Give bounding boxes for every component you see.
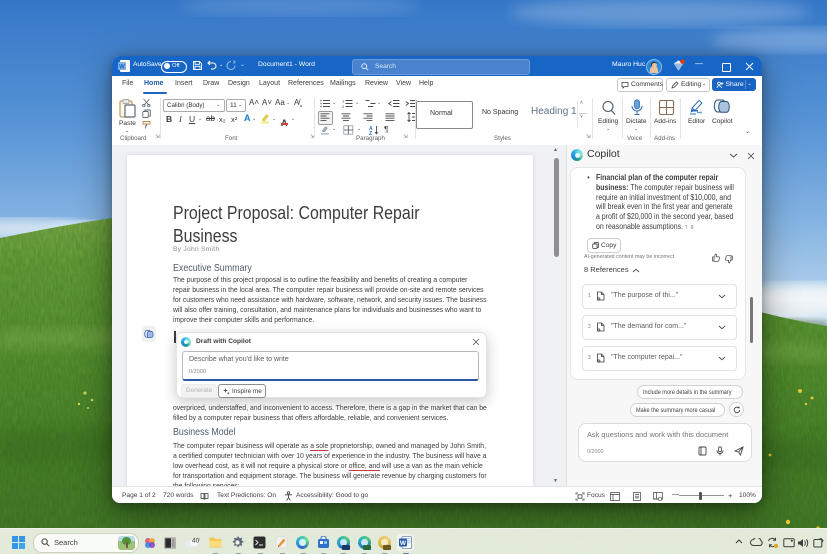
svg-text:40°: 40°	[192, 537, 200, 545]
svg-text:W: W	[119, 65, 125, 71]
svg-text:1: 1	[342, 99, 345, 103]
svg-text:W: W	[400, 540, 407, 547]
svg-text:2: 2	[342, 104, 345, 108]
